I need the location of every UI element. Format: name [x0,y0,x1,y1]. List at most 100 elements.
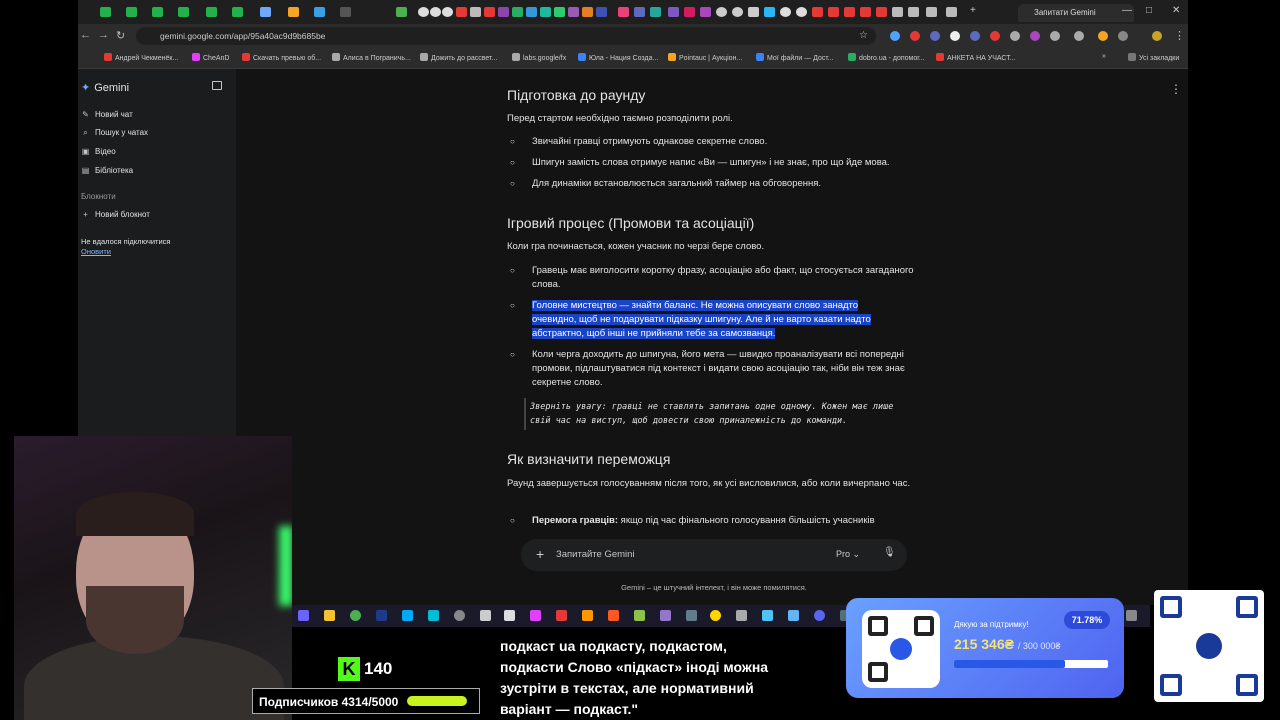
app-icon[interactable] [582,610,593,621]
bookmark-star-icon[interactable]: ☆ [859,27,868,45]
tab-icon[interactable] [892,7,903,17]
bookmark-item[interactable]: Алиса в Пограничь... [332,53,411,62]
tab-icon[interactable] [860,7,871,17]
app-icon[interactable] [454,610,465,621]
extension-icon[interactable] [1010,31,1020,41]
tab-icon[interactable] [442,7,453,17]
extension-icon[interactable] [950,31,960,41]
sidebar-item-video[interactable]: ▣ Відео [81,147,116,156]
tab-icon[interactable] [554,7,565,17]
tab-icon[interactable] [926,7,937,17]
tab-icon[interactable] [526,7,537,17]
tab-icon[interactable] [618,7,629,17]
sidebar-item-new-chat[interactable]: ✎ Новий чат [81,110,133,119]
tab-icon[interactable] [764,7,775,17]
tab-icon[interactable] [946,7,957,17]
app-icon[interactable] [660,610,671,621]
tab-icon[interactable] [748,7,759,17]
tab-icon[interactable] [596,7,607,17]
app-icon[interactable] [788,610,799,621]
prompt-input[interactable]: Запитайте Gemini [556,549,635,560]
tab-icon[interactable] [844,7,855,17]
tab-icon[interactable] [232,7,243,17]
forward-icon[interactable]: → [98,29,109,41]
menu-dots-icon[interactable]: ⋮ [1174,29,1185,42]
add-icon[interactable]: + [536,546,544,562]
tab-icon[interactable] [650,7,661,17]
tab-icon[interactable] [396,7,407,17]
tab-icon[interactable] [582,7,593,17]
app-icon[interactable] [428,610,439,621]
tab-icon[interactable] [732,7,743,17]
tab-icon[interactable] [314,7,325,17]
photoshop-icon[interactable] [376,610,387,621]
tab-icon[interactable] [908,7,919,17]
bookmark-item[interactable]: dobro.ua - допомог... [848,53,925,62]
puzzle-icon[interactable] [1118,31,1128,41]
sidebar-toggle-icon[interactable] [212,81,222,90]
bookmark-item[interactable]: Юла - Нация Созда... [578,53,658,62]
tab-gemini[interactable]: Запитати Gemini [1018,4,1134,22]
extension-icon[interactable] [1050,31,1060,41]
folder-icon[interactable] [324,610,335,621]
tab-icon[interactable] [780,7,791,17]
page-menu-icon[interactable]: ⋮ [1170,82,1182,96]
sidebar-item-new-notebook[interactable]: + Новий блокнот [81,210,150,219]
bookmark-item[interactable]: Дожить до рассвет... [420,53,497,62]
apps-icon[interactable] [298,610,309,621]
extension-icon[interactable] [930,31,940,41]
reload-icon[interactable]: ↻ [116,29,125,42]
prompt-box[interactable]: + Запитайте Gemini Pro ⌄ 🎙 [521,539,907,571]
extension-icon[interactable] [990,31,1000,41]
tab-icon[interactable] [178,7,189,17]
tab-icon[interactable] [716,7,727,17]
minimize-icon[interactable]: — [1122,5,1132,16]
sidebar-item-library[interactable]: ▤ Бібліотека [81,166,133,175]
app-icon[interactable] [686,610,697,621]
tab-icon[interactable] [152,7,163,17]
app-icon[interactable] [480,610,491,621]
tab-icon[interactable] [684,7,695,17]
app-icon[interactable] [762,610,773,621]
model-selector[interactable]: Pro ⌄ [836,549,860,560]
extension-icon[interactable] [910,31,920,41]
app-icon[interactable] [710,610,721,621]
refresh-link[interactable]: Оновити [81,247,111,256]
bookmark-item[interactable]: labs.google/fx [512,53,566,62]
tab-icon[interactable] [498,7,509,17]
back-icon[interactable]: ← [80,29,91,41]
tab-icon[interactable] [340,7,351,17]
app-icon[interactable] [402,610,413,621]
extension-icon[interactable] [1074,31,1084,41]
volume-icon[interactable] [1126,610,1137,621]
tab-icon[interactable] [470,7,481,17]
app-icon[interactable] [530,610,541,621]
tab-icon[interactable] [430,7,441,17]
tab-icon[interactable] [812,7,823,17]
tab-icon[interactable] [876,7,887,17]
microphone-icon[interactable]: 🎙 [883,547,896,558]
tab-icon[interactable] [634,7,645,17]
tab-icon[interactable] [206,7,217,17]
bookmark-item[interactable]: Андрей Чекменёк... [104,53,178,62]
all-bookmarks[interactable]: Усі закладки [1128,53,1179,62]
maximize-icon[interactable]: □ [1146,5,1152,16]
bookmark-item[interactable]: АНКЕТА НА УЧАСТ... [936,53,1016,62]
app-icon[interactable] [634,610,645,621]
tab-icon[interactable] [100,7,111,17]
extension-icon[interactable] [890,31,900,41]
gemini-logo[interactable]: ✦ Gemini [81,81,129,94]
app-icon[interactable] [608,610,619,621]
app-icon[interactable] [736,610,747,621]
extension-icon[interactable] [970,31,980,41]
tab-icon[interactable] [828,7,839,17]
tab-icon[interactable] [700,7,711,17]
tab-icon[interactable] [796,7,807,17]
sidebar-item-search[interactable]: ⌕ Пошук у чатах [81,128,148,138]
new-tab-icon[interactable]: + [970,5,976,16]
bookmarks-more-icon[interactable]: » [1102,53,1106,60]
avatar[interactable] [1152,31,1162,41]
app-icon[interactable] [504,610,515,621]
tab-icon[interactable] [512,7,523,17]
address-bar[interactable]: gemini.google.com/app/95a40ac9d9b685be ☆ [136,27,876,45]
